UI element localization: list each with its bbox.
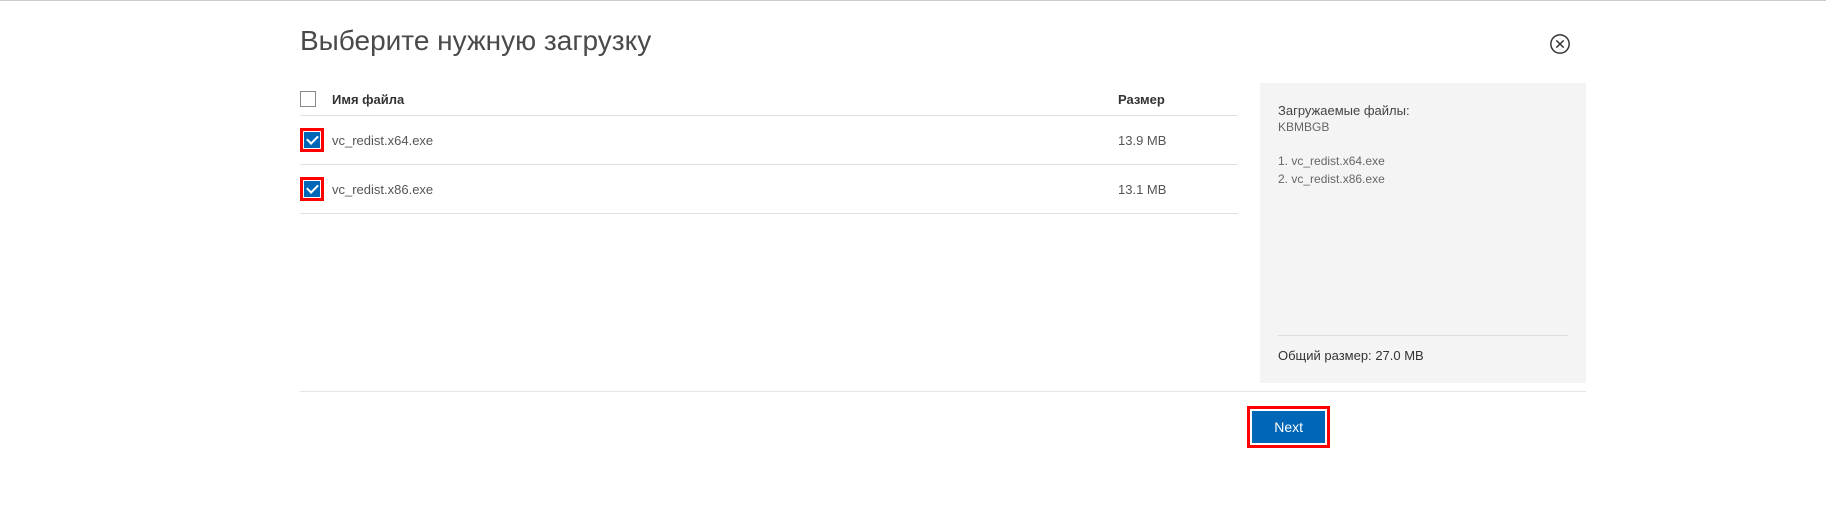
summary-divider [1278, 335, 1568, 336]
row-size: 13.9 MB [1118, 133, 1238, 148]
summary-total: Общий размер: 27.0 MB [1278, 348, 1568, 363]
top-divider [0, 0, 1826, 1]
highlight-box [300, 177, 324, 201]
row-filename: vc_redist.x86.exe [330, 182, 1118, 197]
page-title: Выберите нужную загрузку [300, 25, 1586, 57]
highlight-box: Next [1247, 406, 1330, 448]
summary-item: 2. vc_redist.x86.exe [1278, 170, 1568, 188]
row-checkbox[interactable] [304, 132, 320, 148]
header-size: Размер [1118, 92, 1238, 107]
summary-item: 1. vc_redist.x64.exe [1278, 152, 1568, 170]
table-header-row: Имя файла Размер [300, 83, 1238, 116]
summary-panel: Загружаемые файлы: KBMBGB 1. vc_redist.x… [1260, 83, 1586, 383]
summary-subtitle: KBMBGB [1278, 120, 1568, 134]
row-filename: vc_redist.x64.exe [330, 133, 1118, 148]
table-row[interactable]: vc_redist.x64.exe 13.9 MB [300, 116, 1238, 165]
summary-list: 1. vc_redist.x64.exe 2. vc_redist.x86.ex… [1278, 152, 1568, 321]
downloads-table: Имя файла Размер vc_redist.x64.exe 13.9 … [300, 83, 1238, 383]
close-icon [1549, 33, 1571, 55]
header-filename: Имя файла [330, 92, 1118, 107]
next-button[interactable]: Next [1252, 411, 1325, 443]
close-button[interactable] [1549, 33, 1571, 55]
select-all-checkbox[interactable] [300, 91, 316, 107]
row-size: 13.1 MB [1118, 182, 1238, 197]
highlight-box [300, 128, 324, 152]
row-checkbox[interactable] [304, 181, 320, 197]
table-row[interactable]: vc_redist.x86.exe 13.1 MB [300, 165, 1238, 214]
summary-title: Загружаемые файлы: [1278, 103, 1568, 118]
